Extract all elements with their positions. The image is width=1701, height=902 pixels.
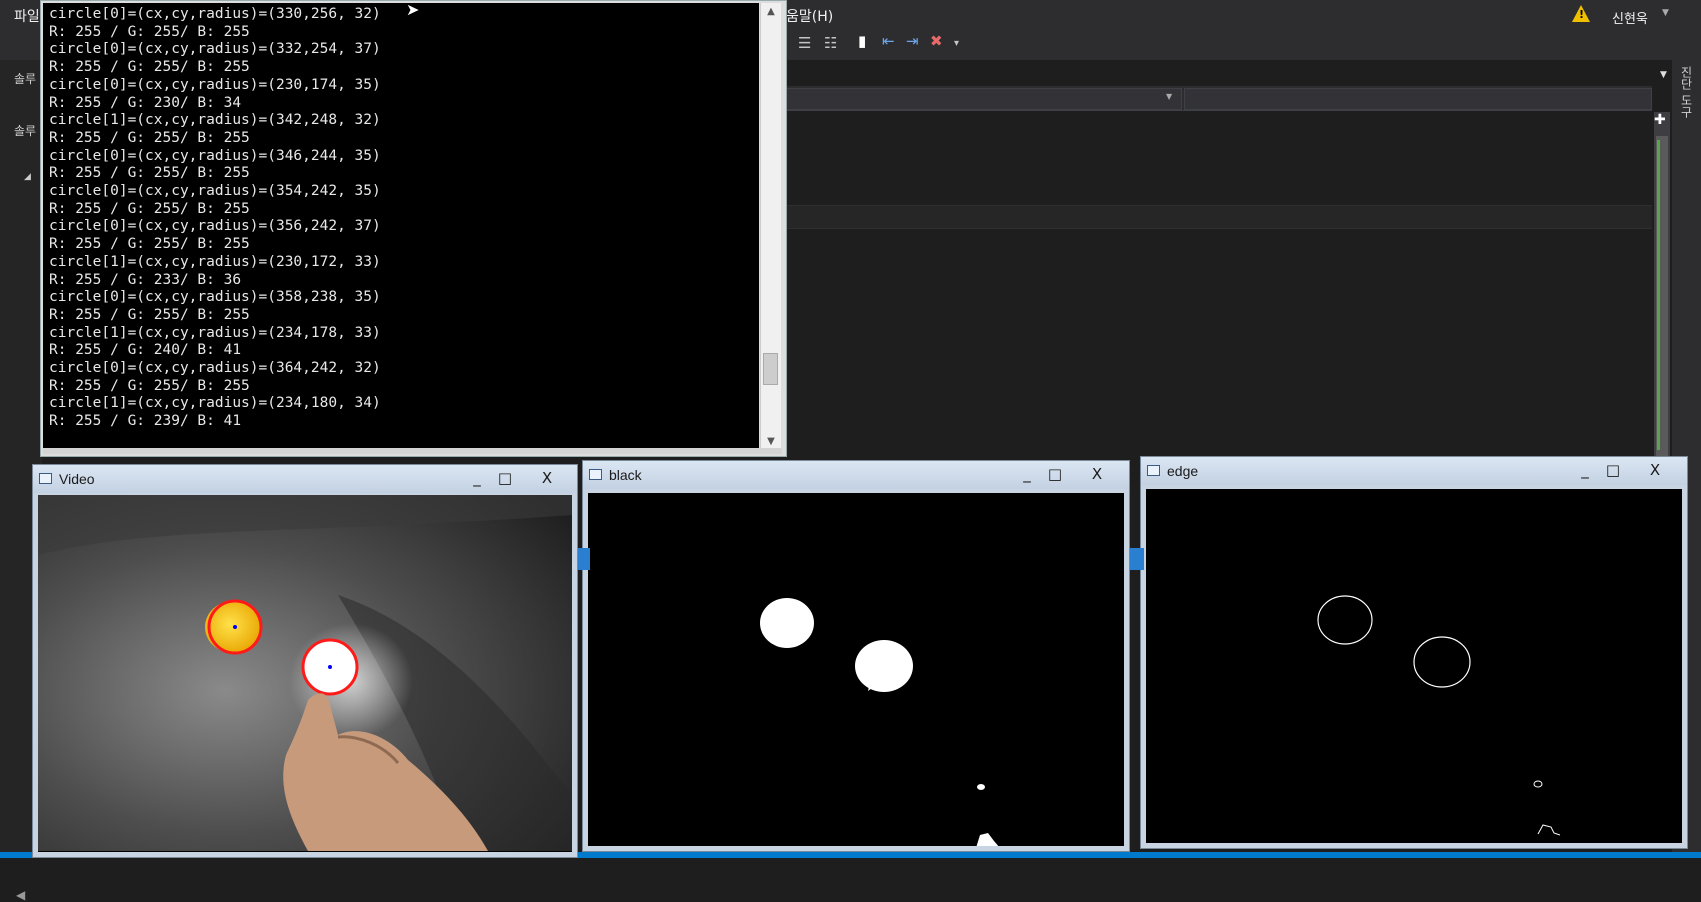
close-button[interactable]: X: [1083, 464, 1111, 484]
console-scrollbar[interactable]: ▲ ▼: [760, 3, 781, 451]
comment-icon[interactable]: ☰: [798, 34, 811, 52]
next-bookmark-icon[interactable]: ⇥: [906, 32, 919, 50]
maximize-button[interactable]: □: [1041, 464, 1069, 484]
console-frame-bottom: [43, 448, 782, 454]
edge-image: [1146, 489, 1682, 843]
video-window[interactable]: Video _ □ X: [32, 464, 578, 858]
minimize-button[interactable]: _: [1013, 464, 1041, 484]
split-icon[interactable]: ✚: [1654, 112, 1666, 128]
binary-noise-1: [977, 784, 985, 790]
maximize-button[interactable]: □: [491, 468, 519, 488]
chevron-down-icon: ▼: [1660, 70, 1667, 80]
warning-icon-mark: !: [1579, 8, 1585, 21]
minimize-button[interactable]: _: [463, 468, 491, 488]
console-text: circle[0]=(cx,cy,radius)=(330,256, 32) R…: [49, 6, 381, 430]
video-title: Video: [59, 471, 95, 487]
scope-dropdown[interactable]: [780, 88, 1182, 110]
collapse-icon[interactable]: ◢: [24, 172, 31, 182]
mouse-cursor-icon: ➤: [406, 0, 420, 19]
video-titlebar[interactable]: Video _ □ X: [33, 465, 577, 493]
console-output: circle[0]=(cx,cy,radius)=(330,256, 32) R…: [43, 3, 759, 451]
close-button[interactable]: X: [533, 468, 561, 488]
circle-center-1: [233, 625, 237, 629]
black-titlebar[interactable]: black _ □ X: [583, 461, 1129, 489]
binary-image: [588, 493, 1124, 846]
maximize-button[interactable]: □: [1599, 460, 1627, 480]
change-tracking-bar: [1657, 140, 1660, 450]
toolbar-overflow-icon[interactable]: ▾: [954, 38, 959, 49]
window-edge-highlight: [1130, 548, 1144, 570]
black-title: black: [609, 467, 642, 483]
black-frame: [588, 493, 1124, 846]
edge-frame: [1146, 489, 1682, 843]
edge-title: edge: [1167, 463, 1199, 479]
window-icon: [1147, 465, 1160, 476]
edge-titlebar[interactable]: edge _ □ X: [1141, 457, 1687, 485]
panel-label-solution: 솔루: [14, 72, 37, 86]
scroll-up-icon[interactable]: ▲: [761, 3, 781, 21]
bookmark-icon[interactable]: ▮: [858, 32, 866, 50]
member-dropdown[interactable]: [1184, 88, 1652, 110]
panel-label-solution-2: 솔루: [14, 124, 37, 138]
binary-blob-1: [760, 598, 814, 648]
video-frame: [38, 495, 572, 852]
chevron-down-icon[interactable]: ▼: [1662, 8, 1669, 18]
code-editor[interactable]: [780, 112, 1652, 458]
diagnostic-tools-tab[interactable]: 진단 도구: [1678, 66, 1695, 118]
console-window[interactable]: circle[0]=(cx,cy,radius)=(330,256, 32) R…: [40, 0, 787, 457]
uncomment-icon[interactable]: ☷: [824, 34, 837, 52]
clear-bookmarks-icon[interactable]: ✖: [930, 32, 943, 50]
video-image: [38, 495, 572, 851]
prev-bookmark-icon[interactable]: ⇤: [882, 32, 895, 50]
circle-center-2: [328, 665, 332, 669]
close-button[interactable]: X: [1641, 460, 1669, 480]
edge-window[interactable]: edge _ □ X: [1140, 456, 1688, 849]
scroll-left-icon[interactable]: ◀: [16, 888, 25, 902]
black-window[interactable]: black _ □ X: [582, 460, 1130, 852]
current-line-highlight: [780, 205, 1652, 229]
menu-help[interactable]: 움말(H): [786, 6, 833, 26]
window-edge-highlight: [578, 548, 590, 570]
console-scroll-thumb[interactable]: [763, 353, 778, 385]
chevron-down-icon: ▼: [1166, 92, 1173, 101]
user-name[interactable]: 신현욱: [1612, 8, 1648, 27]
window-icon: [589, 469, 602, 480]
menu-file[interactable]: 파일: [14, 6, 40, 26]
window-icon: [39, 473, 52, 484]
minimize-button[interactable]: _: [1571, 460, 1599, 480]
binary-blob-2: [855, 640, 913, 692]
